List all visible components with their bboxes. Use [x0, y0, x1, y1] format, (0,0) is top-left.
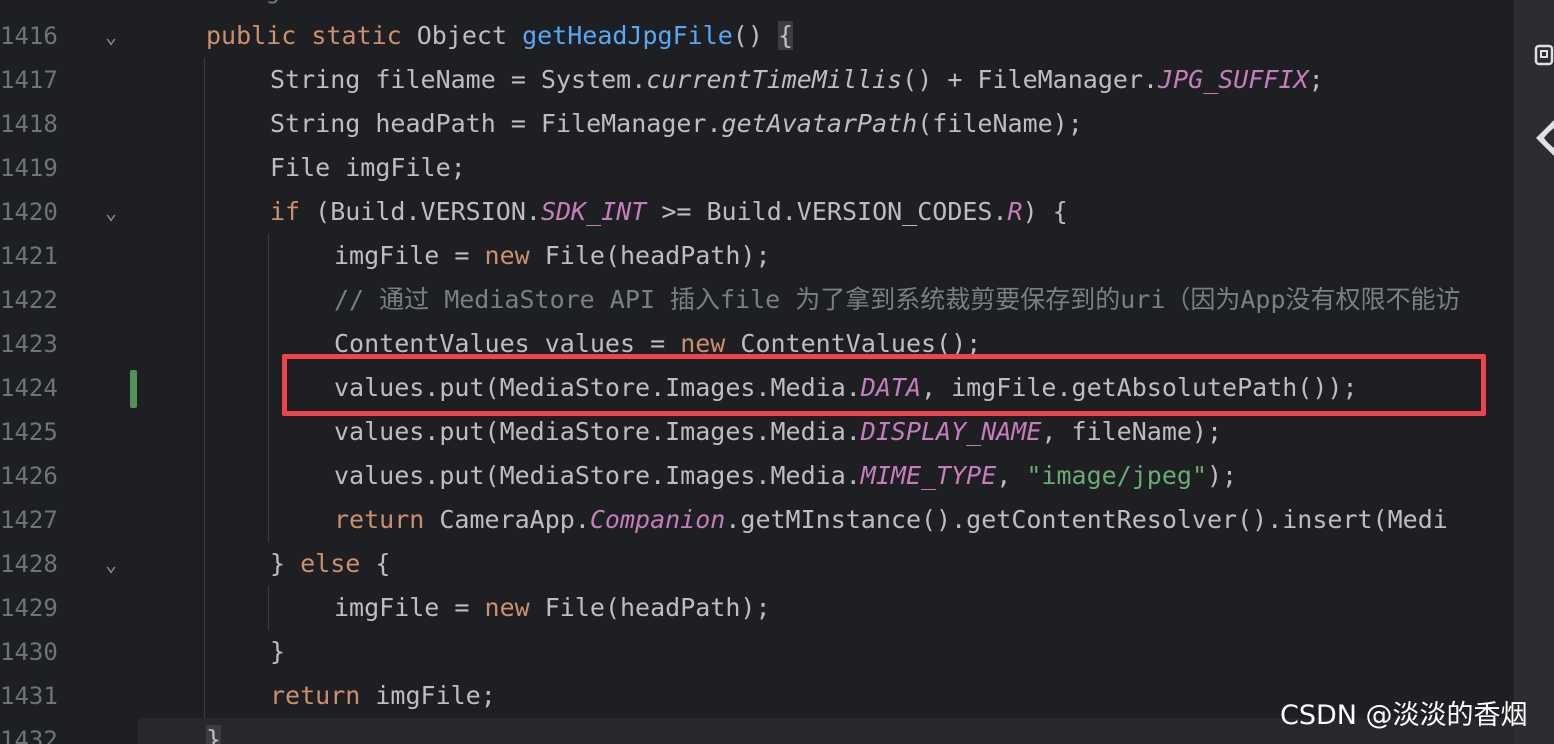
code-text: String fileName = System.	[270, 65, 647, 94]
line-number: 1419	[0, 154, 58, 182]
static-field: SDK_INT	[540, 197, 647, 226]
code-text: , fileName);	[1041, 417, 1223, 446]
watermark-text: CSDN @淡淡的香烟	[1280, 700, 1528, 731]
line-number: 1418	[0, 110, 58, 138]
code-text: imgFile =	[334, 241, 485, 270]
code-line-1421: imgFile = new File(headPath);	[334, 234, 771, 278]
line-number: 1425	[0, 418, 58, 446]
string-literal: "image/jpeg"	[1026, 461, 1207, 490]
code-line-1419: File imgFile;	[270, 146, 466, 190]
line-number: 1428	[0, 550, 58, 578]
code-text: }	[270, 637, 286, 666]
keyword: public static	[206, 21, 417, 50]
line-number: 1430	[0, 638, 58, 666]
code-line-1422: // 通过 MediaStore API 插入file 为了拿到系统裁剪要保存到…	[334, 278, 1461, 322]
code-line-1428: } else {	[270, 542, 390, 586]
code-line-1416: public static Object getHeadJpgFile() {	[206, 14, 794, 58]
code-text: () + FileManager.	[902, 65, 1159, 94]
code-line-1420: if (Build.VERSION.SDK_INT >= Build.VERSI…	[270, 190, 1068, 234]
static-field: R	[1007, 197, 1023, 226]
code-text: imgFile;	[375, 681, 496, 710]
code-text: {	[375, 549, 391, 578]
keyword: return	[270, 681, 376, 710]
line-number: 1432	[0, 726, 58, 744]
static-field: JPG_SUFFIX	[1158, 65, 1309, 94]
line-number: 1416	[0, 22, 58, 50]
line-number: 1429	[0, 594, 58, 622]
code-line-1427: return CameraApp.Companion.getMInstance(…	[334, 498, 1448, 542]
line-number: 1420	[0, 198, 58, 226]
code-line-1430: }	[270, 630, 285, 674]
code-text: ,	[996, 461, 1027, 490]
line-number: 1431	[0, 682, 58, 710]
static-field: Companion	[589, 505, 726, 534]
code-line-1432: }	[206, 718, 222, 744]
code-text: imgFile =	[334, 593, 485, 622]
notifications-icon[interactable]	[1532, 40, 1554, 70]
code-text: values.put(MediaStore.Images.Media.	[334, 461, 861, 490]
error-stripe-scrollbar[interactable]	[1476, 0, 1514, 744]
code-line-1426: values.put(MediaStore.Images.Media.MIME_…	[334, 454, 1237, 498]
line-number: 1426	[0, 462, 58, 490]
code-text: CameraApp.	[439, 505, 590, 534]
code-editor[interactable]: 1416 1417 1418 1419 1420 1421 1422 1423 …	[0, 0, 1514, 744]
line-number: 1422	[0, 286, 58, 314]
keyword: new	[484, 593, 545, 622]
code-text: );	[1207, 461, 1238, 490]
matched-brace: {	[777, 21, 794, 50]
code-text: ;	[1308, 65, 1324, 94]
code-text: values.put(MediaStore.Images.Media.	[334, 417, 861, 446]
static-method: getAvatarPath	[721, 109, 918, 138]
fold-chevron-icon[interactable]: ⌄	[100, 542, 122, 586]
line-number: 1417	[0, 66, 58, 94]
comment: // 通过 MediaStore API 插入file 为了拿到系统裁剪要保存到…	[334, 285, 1461, 314]
code-line-1417: String fileName = System.currentTimeMill…	[270, 58, 1324, 102]
keyword: new	[484, 241, 545, 270]
code-text: File(headPath);	[544, 241, 771, 270]
vcs-change-marker[interactable]	[130, 370, 137, 408]
matched-brace: }	[206, 725, 222, 744]
static-method: currentTimeMillis	[646, 65, 903, 94]
code-text: ()	[732, 21, 778, 50]
indent-guide	[268, 586, 269, 630]
keyword: if	[270, 197, 316, 226]
code-line-1418: String headPath = FileManager.getAvatarP…	[270, 102, 1083, 146]
fold-chevron-icon[interactable]: ⌄	[100, 14, 122, 58]
code-text: ) {	[1022, 197, 1068, 226]
type-name: Object	[416, 21, 523, 50]
fold-chevron-icon[interactable]: ⌄	[100, 190, 122, 234]
code-line-1429: imgFile = new File(headPath);	[334, 586, 771, 630]
right-tool-window-bar	[1514, 0, 1554, 744]
code-text: >= Build.VERSION_CODES.	[646, 197, 1008, 226]
code-line-1431: return imgFile;	[270, 674, 496, 718]
line-number: 1421	[0, 242, 58, 270]
code-text: String headPath = FileManager.	[270, 109, 722, 138]
line-number: 1424	[0, 374, 58, 402]
line-number: 1423	[0, 330, 58, 358]
static-field: MIME_TYPE	[860, 461, 997, 490]
code-text: (fileName);	[917, 109, 1083, 138]
code-text: }	[270, 549, 301, 578]
indent-guide	[204, 58, 205, 718]
editor-gutter: 1416 1417 1418 1419 1420 1421 1422 1423 …	[0, 0, 138, 744]
line-number: 1427	[0, 506, 58, 534]
method-name: getHeadJpgFile	[522, 21, 733, 50]
ai-assistant-icon[interactable]	[1532, 118, 1554, 156]
code-text: .getMInstance().getContentResolver().ins…	[725, 505, 1448, 534]
static-field: DISPLAY_NAME	[860, 417, 1042, 446]
annotation-highlight-box	[282, 354, 1486, 416]
usage-hint[interactable]: 1 usage	[206, 0, 293, 8]
keyword: else	[300, 549, 376, 578]
code-text: (Build.VERSION.	[315, 197, 541, 226]
keyword: return	[334, 505, 440, 534]
code-text: File imgFile;	[270, 153, 466, 182]
code-line-1425: values.put(MediaStore.Images.Media.DISPL…	[334, 410, 1222, 454]
code-text: File(headPath);	[544, 593, 771, 622]
indent-guide	[268, 234, 269, 542]
